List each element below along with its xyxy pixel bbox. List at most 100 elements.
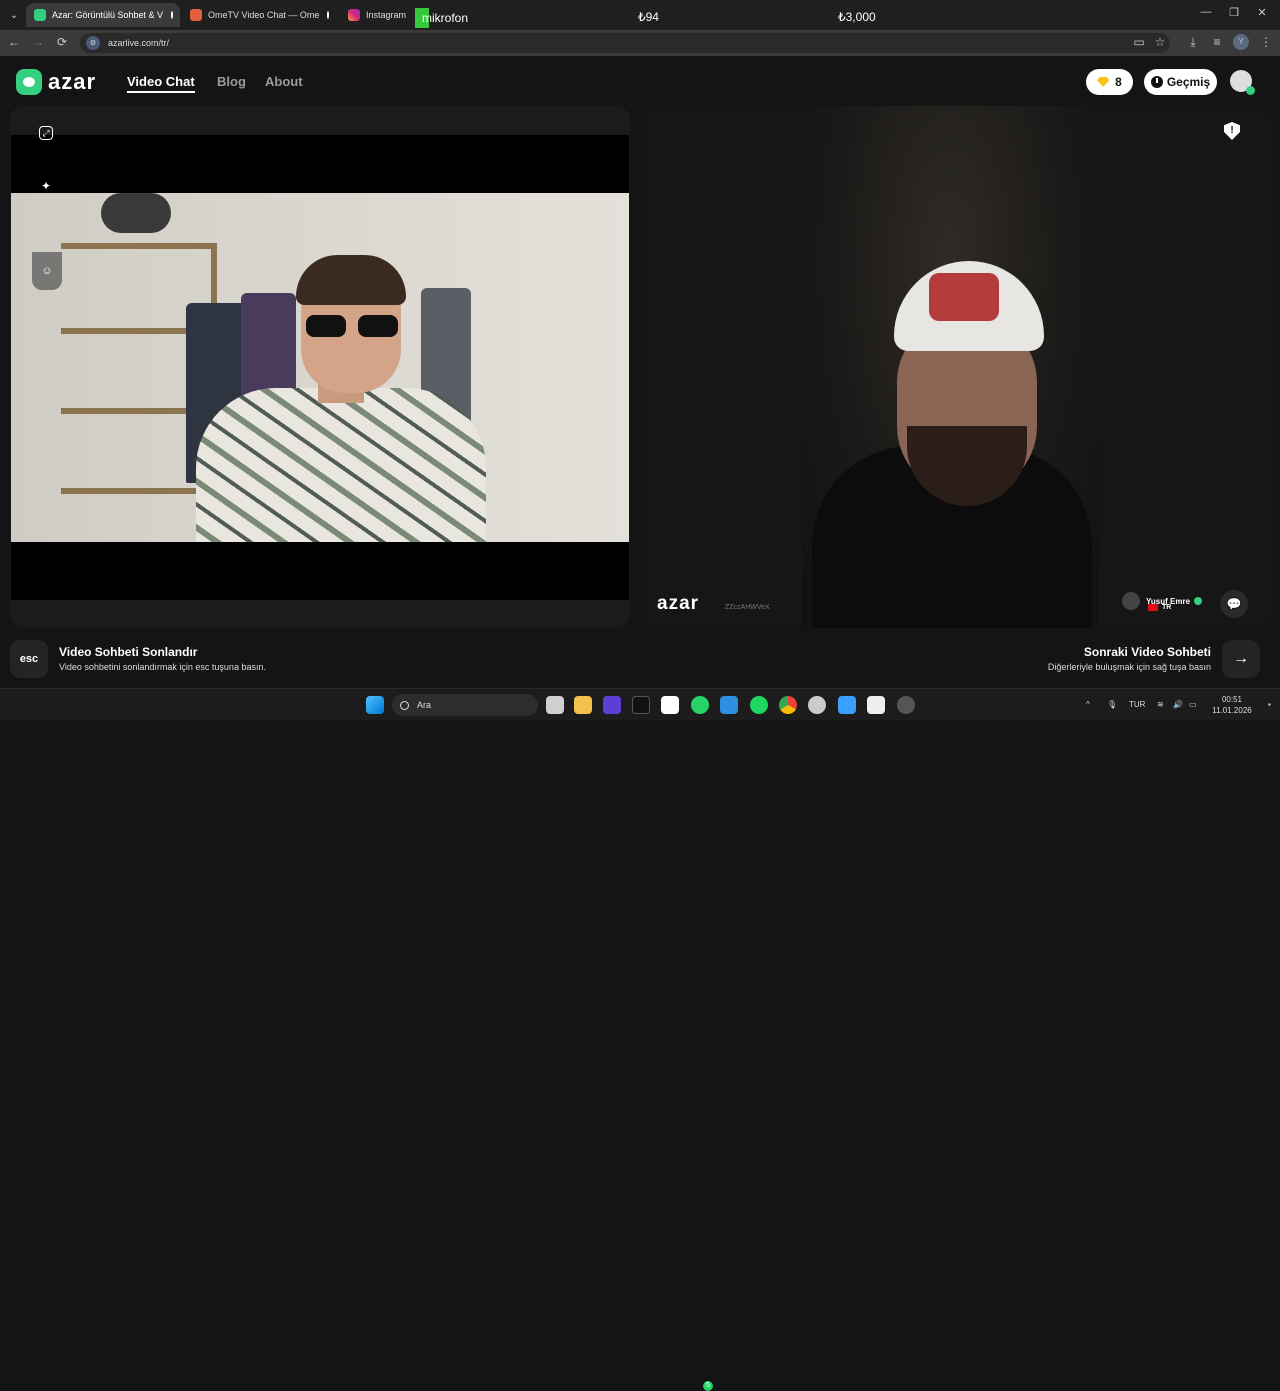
chat-button[interactable]: 💬 xyxy=(1220,590,1248,618)
close-tab-icon[interactable]: ✕ xyxy=(337,10,338,21)
steering-wheel xyxy=(101,193,171,233)
language-indicator[interactable]: TUR xyxy=(1129,700,1145,709)
nav-about[interactable]: About xyxy=(265,74,303,89)
back-icon[interactable]: ← xyxy=(6,35,22,49)
wifi-icon[interactable]: ≋ xyxy=(1157,700,1164,709)
profile-avatar[interactable]: Y xyxy=(1233,34,1249,50)
shelf xyxy=(61,243,211,249)
history-label: Geçmiş xyxy=(1166,75,1211,89)
end-chat-title: Video Sohbeti Sonlandır xyxy=(59,645,198,659)
address-bar-row: ← → ⟳ ⚙ azarlive.com/tr/ ▭ ☆ ⤓ ≡ Y ⋮ xyxy=(0,30,1280,56)
tray-overflow-icon[interactable]: ^ xyxy=(1086,700,1090,709)
end-chat-hint: Video sohbetini sonlandırmak için esc tu… xyxy=(59,662,266,672)
vscode-icon[interactable] xyxy=(720,696,738,714)
app-icon[interactable] xyxy=(603,696,621,714)
more-menu-icon[interactable]: ⋮ xyxy=(1258,35,1274,49)
sparkle-effects-icon[interactable]: ✦ xyxy=(36,176,56,196)
volume-icon[interactable]: 🔊 xyxy=(1173,700,1183,709)
peer-video-panel: ! azar ZZczAHWVeX Yusuf Emre TR 💬 xyxy=(642,106,1272,628)
tab-search-icon[interactable]: ⌄ xyxy=(4,5,24,25)
peer-country: TR xyxy=(1148,604,1171,611)
turkey-flag-icon xyxy=(1148,604,1158,611)
effects-tray: ☺ xyxy=(32,252,62,290)
minimize-icon[interactable]: — xyxy=(1196,6,1216,18)
azar-logo[interactable]: azar xyxy=(16,69,96,95)
reading-list-icon[interactable]: ≡ xyxy=(1209,35,1225,49)
country-code: TR xyxy=(1162,604,1172,611)
apple-tv-icon[interactable] xyxy=(632,696,650,714)
overlay-value-1: ₺94 xyxy=(638,10,659,24)
azar-favicon-icon xyxy=(34,9,46,21)
hair xyxy=(296,255,406,305)
user-avatar[interactable] xyxy=(1230,70,1255,95)
next-chat-hint: Diğerleriyle buluşmak için sağ tuşa bası… xyxy=(1047,662,1211,672)
gem-balance-button[interactable]: 8 xyxy=(1086,69,1133,95)
close-window-icon[interactable]: ✕ xyxy=(1252,6,1272,19)
windows-taskbar: Ara 5 ^ 🎙 TUR ≋ 🔊 ▭ 00:51 11.01.2026 ▪ xyxy=(0,688,1280,1391)
sunglasses xyxy=(306,315,398,337)
maximize-icon[interactable]: ❐ xyxy=(1224,6,1244,19)
gem-count: 8 xyxy=(1115,75,1122,89)
mic-label: mikrofon xyxy=(422,11,469,25)
start-menu-icon[interactable] xyxy=(366,696,384,714)
download-icon[interactable]: ⤓ xyxy=(1185,35,1201,50)
next-chat-button[interactable]: → xyxy=(1222,640,1260,678)
instagram-favicon-icon xyxy=(348,9,360,21)
cast-icon[interactable]: ▭ xyxy=(1131,35,1147,49)
tab-title: Azar: Görüntülü Sohbet & V xyxy=(52,10,164,20)
peer-code: ZZczAHWVeX xyxy=(725,604,770,611)
tab-title: OmeTV Video Chat — Ome xyxy=(208,10,320,20)
forward-icon[interactable]: → xyxy=(30,35,46,49)
clock-time: 00:51 xyxy=(1221,695,1243,704)
baseball-cap xyxy=(894,261,1044,351)
self-camera-feed xyxy=(11,193,629,542)
url-bar[interactable]: ⚙ azarlive.com/tr/ xyxy=(80,33,1170,53)
chat-bubble-icon: 💬 xyxy=(1226,597,1242,611)
chrome-icon[interactable] xyxy=(779,696,797,714)
face-filter-icon[interactable]: ☺ xyxy=(37,262,57,280)
app-icon[interactable] xyxy=(867,696,885,714)
bookmark-star-icon[interactable]: ☆ xyxy=(1152,35,1168,49)
arrow-right-icon: → xyxy=(1233,650,1249,667)
online-status-icon xyxy=(1246,86,1255,95)
site-info-icon[interactable]: ⚙ xyxy=(86,36,100,50)
self-person xyxy=(186,255,496,542)
azar-watermark: azar xyxy=(657,593,700,614)
whatsapp-icon[interactable] xyxy=(691,696,709,714)
todo-icon[interactable] xyxy=(838,696,856,714)
end-chat-key-button[interactable]: esc xyxy=(10,640,48,678)
patterned-shirt xyxy=(196,388,486,542)
url-text: azarlive.com/tr/ xyxy=(108,38,170,48)
tab-azar[interactable]: Azar: Görüntülü Sohbet & V ✕ xyxy=(26,3,180,27)
report-shield-icon[interactable]: ! xyxy=(1224,122,1240,140)
nav-blog[interactable]: Blog xyxy=(217,74,246,89)
notion-icon[interactable] xyxy=(661,696,679,714)
verified-badge-icon xyxy=(1194,597,1203,605)
azar-page: azar Video Chat Blog About 8 Geçmiş ⤢ ✦ … xyxy=(0,56,1280,688)
battery-icon[interactable]: ▭ xyxy=(1189,700,1197,709)
chatgpt-icon[interactable] xyxy=(808,696,826,714)
reload-icon[interactable]: ⟳ xyxy=(54,35,70,49)
recording-icon xyxy=(171,11,174,19)
nav-video-chat[interactable]: Video Chat xyxy=(127,74,195,93)
overlay-value-2: ₺3,000 xyxy=(838,10,876,24)
spotify-icon[interactable] xyxy=(750,696,768,714)
search-placeholder: Ara xyxy=(417,700,432,710)
search-icon xyxy=(400,700,409,710)
microphone-tray-icon[interactable]: 🎙 xyxy=(1107,700,1117,709)
task-view-icon[interactable] xyxy=(546,696,564,714)
peer-camera-feed xyxy=(802,106,1098,628)
taskbar-search[interactable]: Ara xyxy=(392,694,538,716)
notifications-icon[interactable]: ▪ xyxy=(1268,700,1271,709)
tab-instagram[interactable]: Instagram xyxy=(340,3,412,27)
expand-icon[interactable]: ⤢ xyxy=(39,126,53,140)
system-clock[interactable]: 00:51 11.01.2026 xyxy=(1208,694,1256,716)
azar-logo-icon xyxy=(16,69,42,95)
obs-icon[interactable] xyxy=(897,696,915,714)
microphone-overlay: mikrofon xyxy=(415,8,468,28)
peer-person xyxy=(802,246,1098,628)
file-explorer-icon[interactable] xyxy=(574,696,592,714)
history-button[interactable]: Geçmiş xyxy=(1144,69,1217,95)
tab-ometv[interactable]: OmeTV Video Chat — Ome ✕ xyxy=(182,3,338,27)
gem-icon xyxy=(1097,77,1110,87)
